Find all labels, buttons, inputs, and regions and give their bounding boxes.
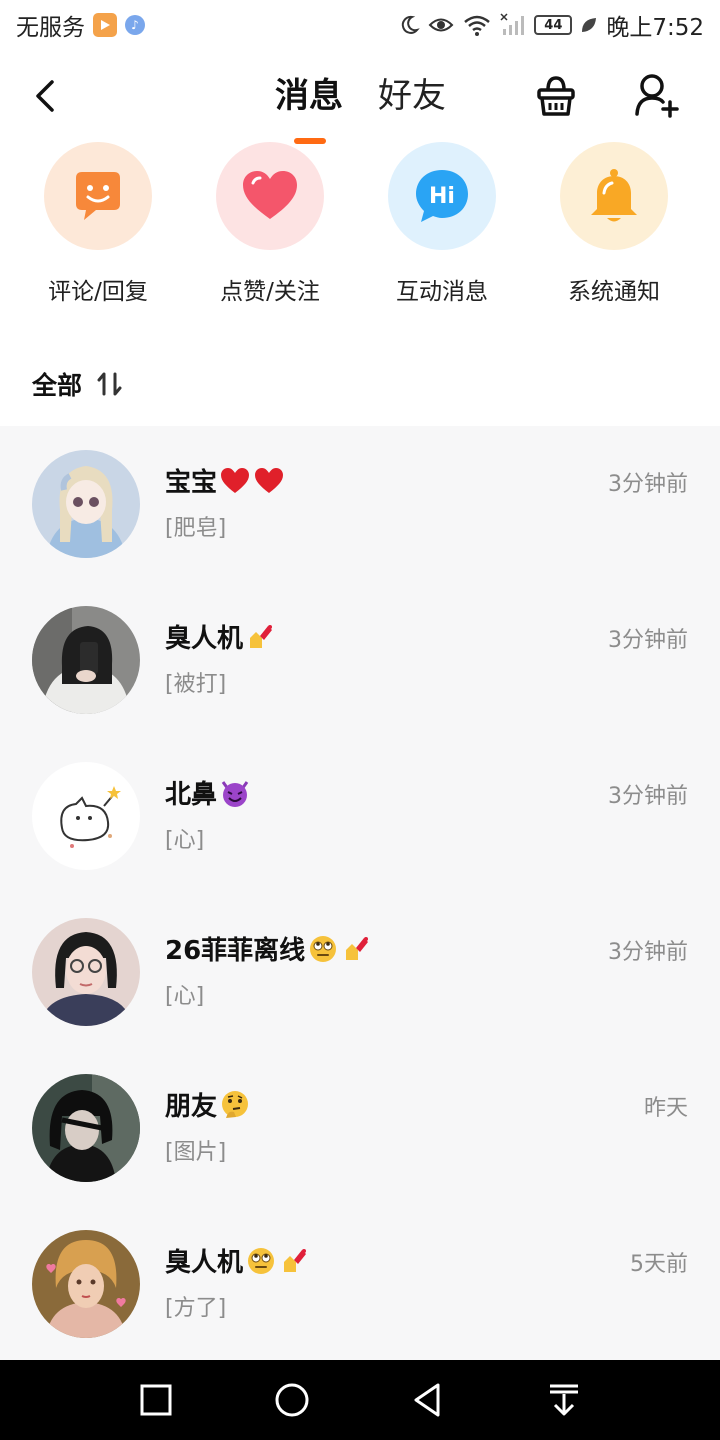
message-list[interactable]: 宝宝 [肥皂] 3分钟前 臭人机 [被打] 3分钟前 北鼻 [心] 3分钟前 2… [0,426,720,1360]
clean-basket-icon [537,76,575,116]
contact-name: 26菲菲离线 [165,930,373,967]
add-friend-button[interactable] [630,70,682,122]
top-navigation: 消息 好友 [0,50,720,144]
back-icon [36,80,54,112]
avatar[interactable] [32,762,140,870]
conversation-item[interactable]: 26菲菲离线 [心] 3分钟前 [0,894,720,1050]
message-time: 3分钟前 [608,628,688,653]
category-interactions[interactable]: Hi 互动消息 [372,142,512,306]
recents-button[interactable] [136,1380,176,1420]
category-label: 互动消息 [396,279,488,305]
category-comments-replies[interactable]: 评论/回复 [28,142,168,306]
contact-name: 臭人机 [165,1242,311,1279]
add-friend-icon [635,74,679,118]
message-preview: [肥皂] [165,516,227,541]
thinking-emoji-icon [219,1089,251,1121]
conversation-item[interactable]: 宝宝 [肥皂] 3分钟前 [0,426,720,582]
moon-icon [402,15,421,34]
battery-indicator: 44 [534,15,573,35]
red-heart-emoji-icon [253,465,285,497]
category-label: 点赞/关注 [220,279,320,305]
square-icon [140,1384,172,1416]
message-categories: 评论/回复 点赞/关注 Hi 互动消息 系统通知 [0,142,720,312]
message-time: 5天前 [630,1252,688,1277]
carrier-text: 无服务 [16,15,85,41]
message-time: 3分钟前 [608,472,688,497]
system-back-button[interactable] [408,1380,448,1420]
message-preview: [心] [165,984,205,1009]
category-system-notifications[interactable]: 系统通知 [544,142,684,306]
smiling-devil-emoji-icon [219,777,251,809]
bell-icon [591,169,637,222]
music-app-icon: ♪ [125,15,145,35]
clean-messages-button[interactable] [530,70,582,122]
contact-name: 朋友 [165,1086,251,1123]
conversation-item[interactable]: 臭人机 [方了] 5天前 [0,1206,720,1360]
contact-name: 宝宝 [165,462,285,499]
pull-down-icon [550,1384,578,1416]
tab-messages[interactable]: 消息 [275,76,343,116]
message-preview: [图片] [165,1140,227,1165]
avatar[interactable] [32,450,140,558]
message-time: 3分钟前 [608,784,688,809]
sort-icon [97,372,122,396]
eye-comfort-icon [428,18,454,32]
nail-polish-emoji-icon [341,933,373,965]
avatar[interactable] [32,606,140,714]
avatar[interactable] [32,918,140,1026]
eye-roll-emoji-icon [307,933,339,965]
category-label: 评论/回复 [48,279,148,305]
system-navigation-bar [0,1360,720,1440]
no-signal-icon [500,13,525,35]
back-button[interactable] [22,72,70,120]
contact-name: 臭人机 [165,618,277,655]
category-likes-follows[interactable]: 点赞/关注 [200,142,340,306]
clock-text: 晚上7:52 [606,15,704,41]
triangle-back-icon [414,1383,440,1417]
message-time: 昨天 [643,1096,688,1121]
wifi-icon [464,15,491,36]
category-label: 系统通知 [568,279,660,305]
contact-name: 北鼻 [165,774,251,811]
conversation-item[interactable]: 北鼻 [心] 3分钟前 [0,738,720,894]
conversation-item[interactable]: 朋友 [图片] 昨天 [0,1050,720,1206]
video-app-icon [93,13,117,37]
leaf-icon [582,18,597,32]
red-heart-emoji-icon [219,465,251,497]
messages-screen: 无服务 ♪ 44 晚上7:52 消息 好友 评论/回复 点赞/关注 Hi 互动消… [0,0,720,1440]
comment-smile-icon [76,172,120,220]
hi-bubble-icon: Hi [416,170,468,222]
status-bar: 无服务 ♪ 44 晚上7:52 [0,0,720,50]
message-preview: [心] [165,828,205,853]
eye-roll-emoji-icon [245,1245,277,1277]
circle-icon [275,1383,309,1417]
avatar[interactable] [32,1074,140,1182]
filter-label: 全部 [32,371,83,400]
message-preview: [被打] [165,672,227,697]
filter-sort-control[interactable]: 全部 [32,362,124,406]
message-preview: [方了] [165,1296,227,1321]
avatar[interactable] [32,1230,140,1338]
nail-polish-emoji-icon [279,1245,311,1277]
tab-friends[interactable]: 好友 [378,76,446,116]
nail-polish-emoji-icon [245,621,277,653]
notification-pull-button[interactable] [544,1380,584,1420]
message-time: 3分钟前 [608,940,688,965]
heart-icon [243,171,297,219]
conversation-item[interactable]: 臭人机 [被打] 3分钟前 [0,582,720,738]
home-button[interactable] [272,1380,312,1420]
svg-text:Hi: Hi [429,184,455,209]
